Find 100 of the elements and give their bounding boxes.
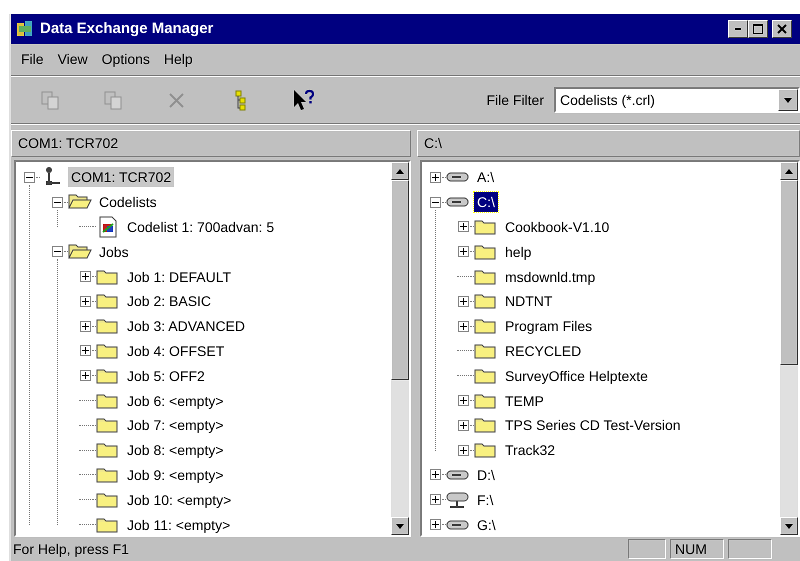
field-label: File Filter [486, 90, 544, 110]
drive-icon [446, 520, 470, 530]
expand-button[interactable] [458, 296, 468, 307]
plus-icon [460, 298, 466, 305]
tree-item[interactable]: Program Files [502, 316, 596, 336]
scroll-up-icon [396, 168, 404, 174]
tree-item[interactable]: Job 6: <empty> [124, 390, 227, 411]
tree-item[interactable]: Job 5: OFF2 [124, 366, 208, 386]
expand-button[interactable] [458, 444, 468, 456]
tree-item[interactable]: RECYCLED [502, 340, 584, 361]
plus-icon [460, 322, 466, 330]
scroll-down-icon [785, 524, 793, 528]
vertical-scrollbar[interactable] [391, 162, 409, 535]
plus-icon [432, 521, 438, 528]
tree-item[interactable]: Jobs [96, 242, 132, 262]
expand-button[interactable] [430, 494, 440, 506]
expand-button[interactable] [430, 469, 440, 480]
expand-button[interactable] [458, 320, 468, 332]
maximize-button[interactable] [748, 20, 768, 38]
menu-item[interactable]: Help [158, 49, 199, 70]
pane-header: C:\ [417, 130, 800, 157]
expand-button[interactable] [80, 345, 90, 356]
scroll-up-icon [785, 168, 793, 174]
tree-item[interactable]: A:\ [474, 167, 498, 188]
status-panel: NUM [670, 539, 724, 559]
close-button[interactable] [772, 20, 792, 38]
tree-item[interactable]: G:\ [474, 514, 499, 535]
scroll-down-icon [396, 524, 404, 528]
minus-icon [54, 251, 60, 252]
tree-item[interactable]: msdownld.tmp [502, 266, 598, 287]
tree-item[interactable]: COM1: TCR702 [68, 167, 174, 188]
tree-item[interactable]: help [502, 242, 534, 262]
drive-icon [446, 172, 470, 182]
tree-item[interactable]: Job 1: DEFAULT [124, 266, 234, 287]
tree-item[interactable]: TPS Series CD Test-Version [502, 415, 684, 436]
app-icon [15, 19, 35, 39]
tree-item[interactable]: C:\ [474, 192, 498, 212]
drive-icon [446, 197, 470, 208]
plus-icon [460, 422, 466, 429]
expand-button[interactable] [458, 420, 468, 431]
tree-item[interactable]: Job 9: <empty> [124, 464, 227, 485]
minus-icon [26, 176, 32, 178]
tree-item[interactable]: Job 4: OFFSET [124, 340, 228, 361]
menu-item[interactable]: View [52, 49, 94, 70]
plus-icon [460, 248, 466, 256]
plus-icon [82, 372, 88, 380]
expand-button[interactable] [80, 320, 90, 332]
maximize-icon [753, 24, 763, 34]
tree-item[interactable]: Codelist 1: 700advan: 5 [124, 216, 278, 237]
minus-icon [54, 202, 60, 203]
tree-item[interactable]: F:\ [474, 490, 496, 510]
tree-item[interactable]: Job 8: <empty> [124, 440, 227, 460]
status-panel [628, 539, 666, 559]
pane-header: COM1: TCR702 [11, 130, 411, 157]
tree-item[interactable]: Codelists [96, 192, 160, 212]
expand-button[interactable] [80, 271, 90, 282]
minimize-icon [735, 28, 741, 30]
status-text: For Help, press F1 [13, 540, 130, 559]
tree-item[interactable]: Job 11: <empty> [124, 514, 234, 535]
menu-item[interactable]: File [15, 49, 50, 70]
expand-button[interactable] [430, 519, 440, 530]
minimize-button[interactable] [728, 20, 748, 38]
tree-item[interactable]: SurveyOffice Helptexte [502, 366, 651, 386]
tree-item[interactable]: Track32 [502, 440, 558, 460]
tree-item[interactable]: Job 3: ADVANCED [124, 316, 248, 336]
tree-item[interactable]: Job 2: BASIC [124, 291, 214, 312]
tree-item[interactable]: NDTNT [502, 291, 556, 312]
collapse-button[interactable] [52, 196, 62, 208]
collapse-button[interactable] [52, 246, 62, 258]
expand-button[interactable] [458, 395, 468, 406]
tree-item[interactable]: Job 10: <empty> [124, 490, 234, 510]
expand-button[interactable] [80, 370, 90, 382]
window-title: Data Exchange Manager [40, 18, 214, 39]
plus-icon [82, 322, 88, 330]
tree-item[interactable]: Cookbook-V1.10 [502, 216, 612, 237]
plus-icon [460, 446, 466, 454]
plus-icon [82, 298, 88, 305]
tree-item[interactable]: TEMP [502, 390, 547, 411]
menu-item[interactable]: Options [96, 49, 156, 70]
plus-icon [82, 273, 88, 280]
expand-button[interactable] [458, 221, 468, 232]
collapse-button[interactable] [430, 196, 440, 208]
help-cursor-icon [291, 88, 315, 112]
dropdown-arrow-icon [784, 98, 792, 102]
plus-icon [460, 223, 466, 230]
plus-icon [460, 397, 466, 404]
close-icon [777, 24, 787, 34]
tree-item[interactable]: D:\ [474, 464, 498, 485]
collapse-button[interactable] [24, 172, 34, 183]
file-filter-dropdown[interactable]: Codelists (*.crl) [554, 87, 800, 113]
plus-icon [432, 471, 438, 478]
plus-icon [82, 347, 88, 354]
vertical-scrollbar[interactable] [780, 162, 798, 535]
expand-button[interactable] [430, 172, 440, 183]
drive-icon [446, 470, 470, 480]
status-panel [728, 539, 772, 559]
tree-item[interactable]: Job 7: <empty> [124, 415, 227, 436]
expand-button[interactable] [458, 246, 468, 258]
plus-icon [432, 496, 438, 504]
expand-button[interactable] [80, 296, 90, 307]
